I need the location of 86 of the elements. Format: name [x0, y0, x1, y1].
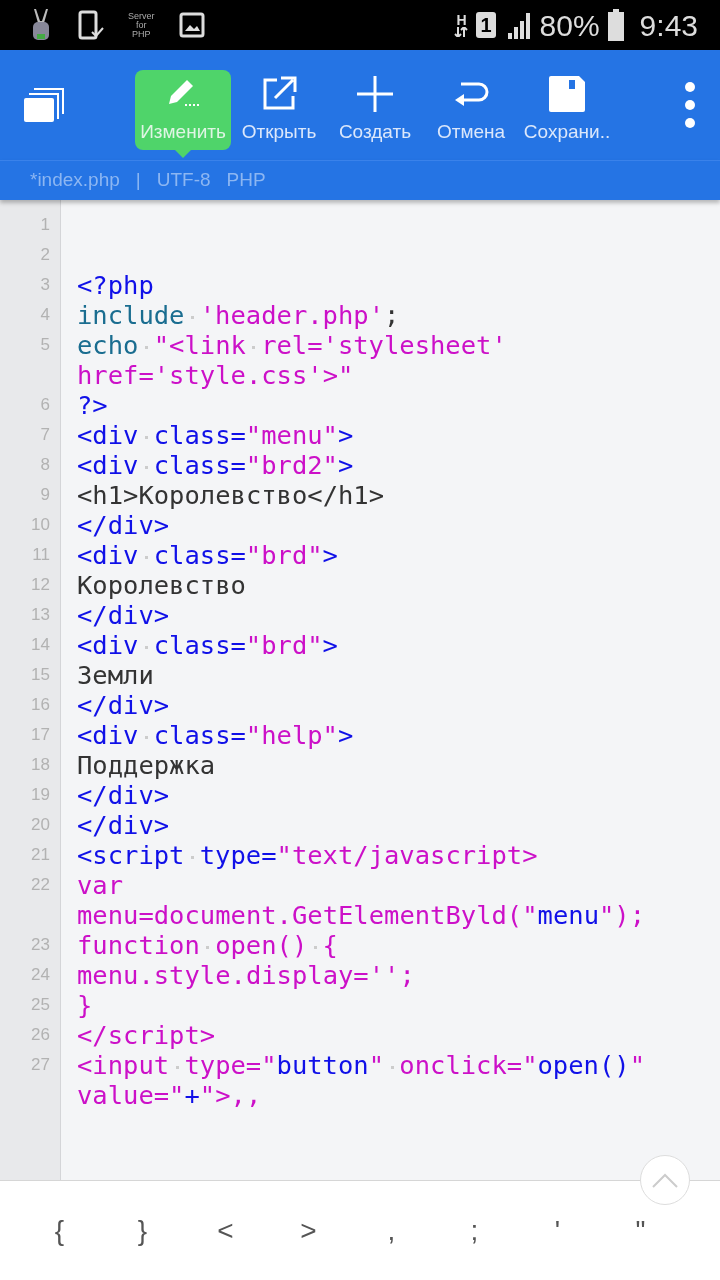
line-number: 15 — [30, 664, 51, 686]
symbol-key[interactable]: , — [350, 1200, 433, 1261]
more-menu-button[interactable] — [684, 80, 696, 130]
battery-label: 80% — [539, 7, 600, 44]
line-number: 21 — [30, 844, 51, 866]
line-number: 8 — [39, 454, 51, 476]
code-line: <div class="menu"> — [77, 420, 354, 450]
line-number: 26 — [30, 1024, 51, 1046]
code-line: </div> — [77, 780, 170, 810]
file-name: *index.php — [30, 168, 120, 193]
line-number: 11 — [31, 544, 51, 566]
symbol-key[interactable]: { — [18, 1200, 101, 1261]
line-number: 16 — [30, 694, 51, 716]
line-number: 12 — [30, 574, 51, 596]
code-line: <h1>Королевство</h1> — [77, 480, 385, 510]
code-line: var — [77, 870, 124, 900]
app-label: Server for PHP — [128, 11, 155, 39]
code-line: <div class="brd2"> — [77, 450, 354, 480]
chevron-up-icon — [652, 1172, 678, 1189]
language-label: PHP — [226, 168, 266, 193]
symbol-key[interactable]: ' — [516, 1200, 599, 1261]
line-number: 17 — [30, 724, 51, 746]
symbol-key[interactable]: > — [267, 1200, 350, 1261]
code-line: value="+">,, — [77, 1080, 262, 1110]
code-line: Земли — [77, 660, 154, 690]
line-number: 4 — [39, 304, 51, 326]
toolbar-button[interactable]: Создать — [327, 70, 423, 150]
line-number: 1 — [39, 214, 51, 236]
symbol-key[interactable]: } — [101, 1200, 184, 1261]
sim-label: 1 — [476, 12, 496, 38]
symbol-key[interactable]: < — [184, 1200, 267, 1261]
line-number: 20 — [30, 814, 51, 836]
line-number: 22 — [30, 874, 51, 896]
line-number: 9 — [39, 484, 51, 506]
tablet-check-icon — [78, 10, 104, 40]
code-line: href='style.css'>" — [77, 360, 354, 390]
code-line: <?php — [77, 270, 154, 300]
plus-icon — [355, 74, 395, 114]
line-number: 6 — [39, 394, 51, 416]
separator: | — [135, 168, 141, 193]
data-arrows-icon — [454, 27, 469, 37]
code-line: </div> — [77, 510, 170, 540]
line-number: 24 — [30, 964, 51, 986]
code-line: echo "<link rel='stylesheet' — [77, 330, 507, 360]
network-type-label: H — [456, 13, 467, 27]
toolbar-button[interactable]: Сохрани.. — [519, 70, 615, 150]
symbol-key[interactable]: " — [599, 1200, 682, 1261]
stacked-windows-icon — [24, 86, 66, 124]
line-number: 27 — [30, 1054, 51, 1076]
code-line: </div> — [77, 690, 170, 720]
code-line: </div> — [77, 810, 170, 840]
clock: 9:43 — [639, 7, 698, 44]
line-number: 14 — [30, 634, 51, 656]
line-number: 7 — [39, 424, 51, 446]
line-number: 5 — [39, 334, 51, 356]
code-line: <div class="brd"> — [77, 630, 338, 660]
line-number: 2 — [39, 244, 51, 266]
code-line: <div class="help"> — [77, 720, 354, 750]
line-number: 19 — [30, 784, 51, 806]
line-number: 10 — [30, 514, 51, 536]
code-line: include 'header.php'; — [77, 300, 400, 330]
toolbar-button[interactable]: Открыть — [231, 70, 327, 150]
battery-icon — [607, 9, 624, 41]
tabs-button[interactable] — [24, 86, 66, 124]
code-line: <script type="text/javascript> — [77, 840, 538, 870]
encoding-label: UTF-8 — [156, 168, 211, 193]
line-number: 25 — [30, 994, 51, 1016]
code-line: menu=document.GetElementByld("menu"); — [77, 900, 646, 930]
toolbar-button[interactable]: Отмена — [423, 70, 519, 150]
image-icon — [178, 12, 205, 38]
line-number: 23 — [30, 934, 51, 956]
code-line: <input type="button" onclick="open()" — [77, 1050, 645, 1080]
code-line: function open() { — [77, 930, 338, 960]
code-line: <div class="brd"> — [77, 540, 338, 570]
line-number: 13 — [30, 604, 51, 626]
code-line: Королевство — [77, 570, 246, 600]
code-line: } — [77, 990, 93, 1020]
code-line: </script> — [77, 1020, 216, 1050]
code-line: menu.style.display=''; — [77, 960, 415, 990]
symbol-key[interactable]: ; — [433, 1200, 516, 1261]
code-line: </div> — [77, 600, 170, 630]
line-number: 18 — [30, 754, 51, 776]
line-number: 3 — [39, 274, 51, 296]
more-vertical-icon — [684, 80, 696, 130]
code-line: Поддержка — [77, 750, 216, 780]
code-line: ?> — [77, 390, 108, 420]
